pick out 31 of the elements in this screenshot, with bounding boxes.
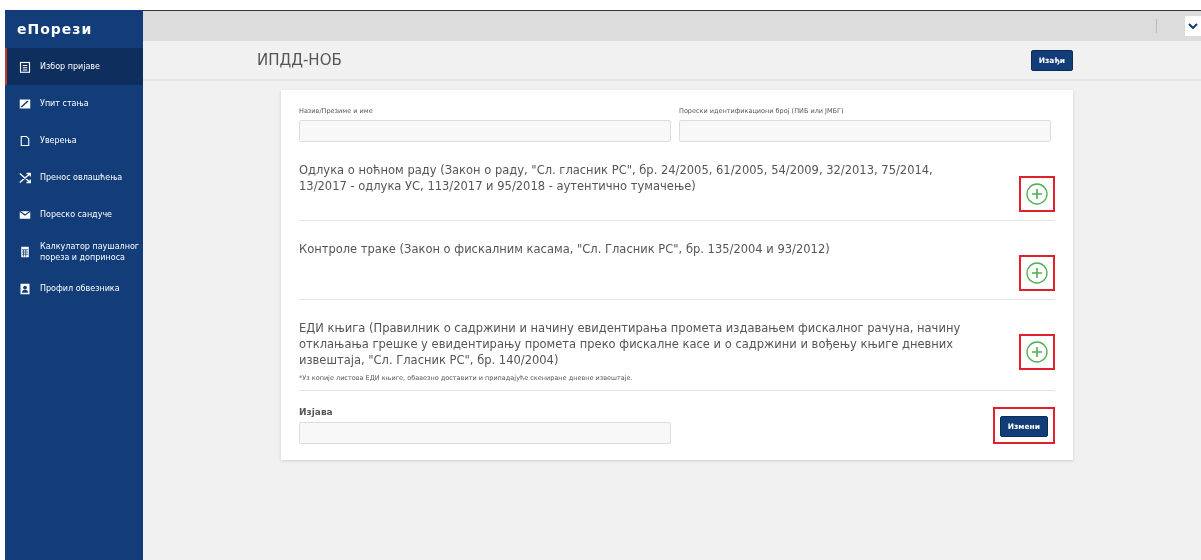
clipboard-icon: [19, 60, 31, 73]
sidebar-item[interactable]: Уверења: [5, 122, 143, 159]
section-title: ЕДИ књига (Правилник о садржини и начину евидентирања промета издавањем фискалног рачуна, начину отклањања грешке у евидентирању промета преко фискалне касе и о садржини и вођењу књиге дневних извештаја, "Сл. Гласник РС", бр. 140/2004): [299, 320, 962, 368]
plus-icon: [1026, 183, 1048, 205]
add-button[interactable]: [1026, 341, 1048, 363]
sidebar-item[interactable]: Пренос овлашћења: [5, 159, 143, 196]
plus-icon: [1026, 262, 1048, 284]
chart-icon: [19, 97, 31, 110]
sidebar-item[interactable]: Избор пријаве: [5, 48, 143, 85]
section-title: Контроле траке (Закон о фискалним касама, "Сл. Гласник РС", бр. 135/2004 и 93/2012): [299, 241, 831, 257]
section-title: Одлука о ноћном раду (Закон о раду, "Сл. гласник РС", бр. 24/2005, 61/2005, 54/2009, 32/2013, 75/2014, 13/2017 - одлука УС, 113/2017 и 95/2018 - аутентично тумачење): [299, 162, 934, 194]
sidebar-item[interactable]: Упит стања: [5, 85, 143, 122]
input-field[interactable]: [679, 120, 1051, 142]
sidebar-item[interactable]: Калкулатор паушалног пореза и доприноса: [5, 233, 143, 270]
add-button[interactable]: [1026, 183, 1048, 205]
chevron-icon: [1188, 23, 1198, 29]
input-field[interactable]: [299, 120, 671, 142]
add-button[interactable]: [1026, 262, 1048, 284]
profile-icon: [19, 282, 31, 295]
plus-icon: [1026, 341, 1048, 363]
dropdown-button[interactable]: [1185, 16, 1201, 36]
sidebar-item[interactable]: Профил обвезника: [5, 270, 143, 307]
input-field[interactable]: [299, 422, 671, 444]
shuffle-icon: [19, 171, 31, 184]
logo: еПорези: [16, 20, 94, 39]
envelope-icon: [19, 208, 31, 221]
calculator-icon: [19, 245, 31, 258]
page-title: ИПДД-НОБ: [257, 51, 342, 69]
field-label: Изјава: [299, 407, 334, 417]
sidebar-item[interactable]: Пореско сандуче: [5, 196, 143, 233]
document-icon: [19, 134, 31, 147]
